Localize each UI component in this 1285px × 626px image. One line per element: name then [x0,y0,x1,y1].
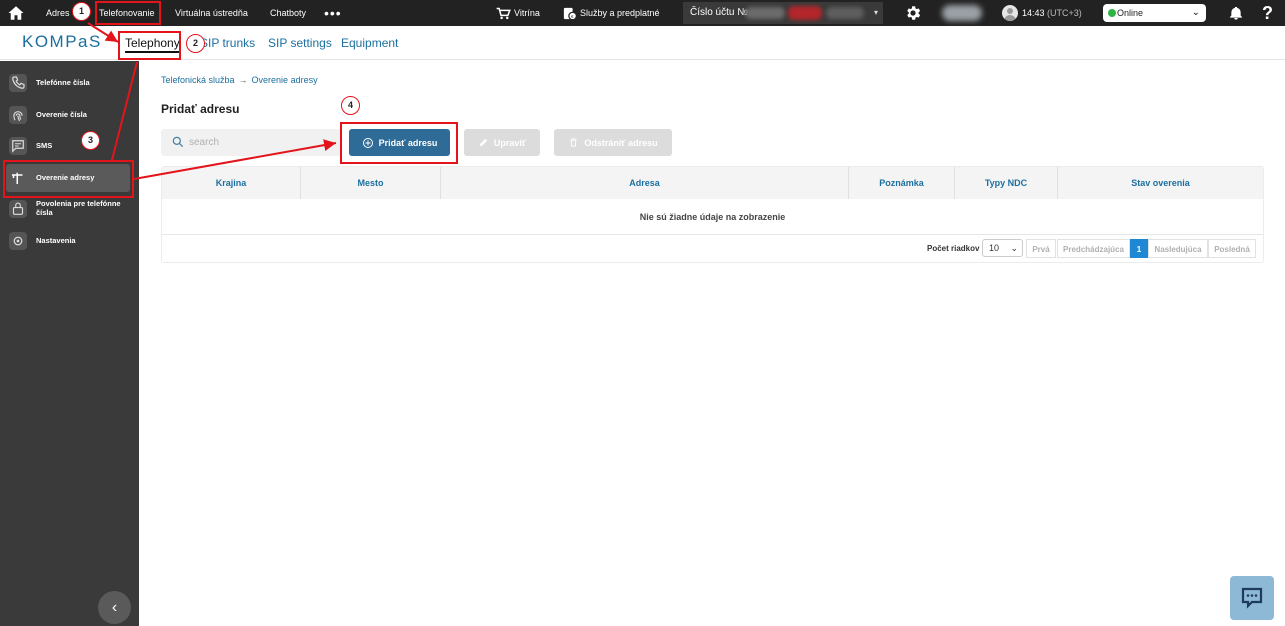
page-title: Pridať adresu [161,102,240,116]
topnav-item-adres[interactable]: Adres [46,0,70,26]
cart-icon [496,7,511,20]
search-box[interactable] [161,129,341,156]
delete-address-button[interactable]: Odstrániť adresu [554,129,672,156]
chat-icon [1241,587,1263,609]
column-header-typy-ndc[interactable]: Typy NDC [955,167,1058,199]
chevron-down-icon: ▾ [873,8,878,17]
more-menu-icon[interactable]: ••• [324,0,342,26]
pagination: Počet riadkov 10 ⌄ Prvá Predchádzajúca 1… [162,236,1263,262]
pencil-icon [479,138,487,147]
account-label: Číslo účtu № [690,7,748,18]
home-icon[interactable] [7,4,25,22]
annotation-arrows [87,22,337,180]
table-header: Krajina Mesto Adresa Poznámka Typy NDC S… [162,167,1263,199]
message-icon [9,137,27,155]
topnav-item-virtualna-ustredna[interactable]: Virtuálna ústredňa [175,0,248,26]
clock-time: 14:43 [1022,8,1045,18]
breadcrumb-parent[interactable]: Telefonická služba [161,75,235,85]
sidebar-item-nastavenia[interactable]: Nastavenia [6,227,130,255]
vitrina-link[interactable]: Vitrína [496,0,540,26]
status-select[interactable]: Online ⌄ [1103,4,1206,22]
column-header-poznamka[interactable]: Poznámka [849,167,955,199]
annotation-box-1 [95,1,161,25]
account-number-redacted [826,7,864,19]
help-icon[interactable]: ? [1262,0,1273,26]
services-label: Služby a predplatné [580,8,660,18]
clock-timezone: (UTC+3) [1047,8,1082,18]
first-page-button[interactable]: Prvá [1026,239,1056,258]
tab-sip-settings[interactable]: SIP settings [268,36,332,50]
trash-icon [570,138,578,147]
annotation-number-1: 1 [72,2,91,21]
online-status-dot [1108,9,1116,17]
edit-label: Upraviť [493,137,527,148]
annotation-number-2: 2 [186,34,205,53]
services-link[interactable]: € Služby a predplatné [562,0,660,26]
user-name-redacted [942,5,982,21]
annotation-box-4 [340,122,458,164]
sidebar: Telefónne čísla Overenie čísla SMS Overe… [0,61,139,626]
previous-page-button[interactable]: Predchádzajúca [1057,239,1130,258]
address-table: Krajina Mesto Adresa Poznámka Typy NDC S… [161,166,1264,263]
account-number-redacted [788,6,822,20]
rows-per-page-select[interactable]: 10 ⌄ [982,239,1023,257]
sidebar-item-sms[interactable]: SMS [6,132,130,160]
clock: 14:43 (UTC+3) [1022,0,1082,26]
topnav-item-chatboty[interactable]: Chatboty [270,0,306,26]
gear-icon[interactable] [904,4,922,22]
column-header-stav-overenia[interactable]: Stav overenia [1058,167,1263,199]
top-bar: Adres Telefonovanie Virtuálna ústredňa C… [0,0,1285,26]
tab-equipment[interactable]: Equipment [341,36,398,50]
chevron-down-icon: ⌄ [1191,7,1200,18]
rows-per-page-label: Počet riadkov [927,244,980,253]
current-page-button[interactable]: 1 [1130,239,1148,258]
fingerprint-icon [9,106,27,124]
column-header-mesto[interactable]: Mesto [301,167,441,199]
breadcrumb-arrow-icon: → [238,75,248,85]
empty-table-message: Nie sú žiadne údaje na zobrazenie [162,199,1263,235]
search-input[interactable] [189,129,329,156]
annotation-number-4: 4 [341,96,360,115]
logo: KOMPaS [22,32,102,51]
next-page-button[interactable]: Nasledujúca [1148,239,1208,258]
sidebar-item-label: Overenie čísla [36,109,87,119]
sidebar-collapse-button[interactable]: ‹ [98,591,131,624]
subscription-icon: € [563,8,577,21]
column-header-krajina[interactable]: Krajina [162,167,301,199]
search-icon [172,136,184,148]
sidebar-item-label: Povolenia pre telefónne čísla [36,199,121,217]
sidebar-item-label: SMS [36,140,53,150]
rows-per-page-value: 10 [989,243,1000,253]
avatar[interactable] [1002,5,1018,21]
bell-icon[interactable] [1228,5,1244,21]
status-value: Online [1117,8,1144,18]
edit-button[interactable]: Upraviť [464,129,540,156]
account-selector[interactable]: Číslo účtu № ▾ [683,2,883,24]
chevron-down-icon: ⌄ [1010,243,1018,253]
sidebar-item-label: Telefónne čísla [36,77,90,87]
annotation-box-3 [3,160,134,198]
column-header-adresa[interactable]: Adresa [441,167,849,199]
breadcrumb: Telefonická služba → Overenie adresy [161,75,318,85]
sidebar-item-telefonne-cisla[interactable]: Telefónne čísla [6,69,130,97]
account-number-redacted [745,7,785,19]
annotation-number-3: 3 [81,131,100,150]
vitrina-label: Vitrína [514,8,540,18]
sidebar-item-overenie-cisla[interactable]: Overenie čísla [6,101,130,129]
sidebar-item-label: Nastavenia [36,235,76,245]
delete-address-label: Odstrániť adresu [584,137,658,148]
phone-icon [9,74,27,92]
sidebar-item-povolenia[interactable]: Povolenia pre telefónne čísla [6,195,130,223]
lock-icon [9,200,27,218]
breadcrumb-current: Overenie adresy [251,75,318,85]
chat-button[interactable] [1230,576,1274,620]
annotation-box-2 [118,31,181,60]
gear-icon [9,232,27,250]
last-page-button[interactable]: Posledná [1208,239,1256,258]
tab-sip-trunks[interactable]: SIP trunks [200,36,255,50]
